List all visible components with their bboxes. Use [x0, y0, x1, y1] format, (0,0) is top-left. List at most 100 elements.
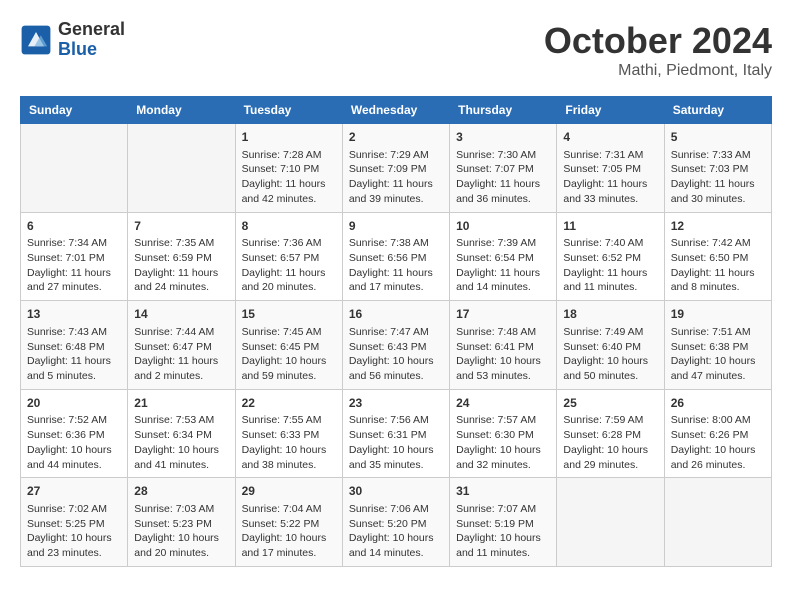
table-cell: 5Sunrise: 7:33 AMSunset: 7:03 PMDaylight… — [664, 124, 771, 213]
day-info: Sunrise: 7:29 AMSunset: 7:09 PMDaylight:… — [349, 148, 443, 207]
table-cell: 19Sunrise: 7:51 AMSunset: 6:38 PMDayligh… — [664, 301, 771, 390]
day-number: 3 — [456, 129, 550, 146]
table-cell — [128, 124, 235, 213]
day-info: Sunrise: 7:31 AMSunset: 7:05 PMDaylight:… — [563, 148, 657, 207]
table-cell: 13 Sunrise: 7:43 AMSunset: 6:48 PMDayligh… — [21, 301, 128, 390]
day-number: 12 — [671, 218, 765, 235]
day-number: 27 — [27, 483, 121, 500]
table-cell: 26Sunrise: 8:00 AMSunset: 6:26 PMDayligh… — [664, 389, 771, 478]
table-cell: 24Sunrise: 7:57 AMSunset: 6:30 PMDayligh… — [450, 389, 557, 478]
day-number: 18 — [563, 306, 657, 323]
day-info: Sunrise: 7:43 AMSunset: 6:48 PMDaylight:… — [27, 325, 121, 384]
day-number: 10 — [456, 218, 550, 235]
day-info: Sunrise: 7:03 AMSunset: 5:23 PMDaylight:… — [134, 502, 228, 561]
header-row: SundayMondayTuesdayWednesdayThursdayFrid… — [21, 97, 772, 124]
logo-line1: General — [58, 20, 125, 40]
day-info: Sunrise: 7:06 AMSunset: 5:20 PMDaylight:… — [349, 502, 443, 561]
table-cell — [21, 124, 128, 213]
day-number: 21 — [134, 395, 228, 412]
table-cell: 1Sunrise: 7:28 AMSunset: 7:10 PMDaylight… — [235, 124, 342, 213]
table-cell: 4 Sunrise: 7:31 AMSunset: 7:05 PMDaylight… — [557, 124, 664, 213]
day-number: 11 — [563, 218, 657, 235]
logo-text: General Blue — [58, 20, 125, 60]
table-cell: 18 Sunrise: 7:49 AMSunset: 6:40 PMDayligh… — [557, 301, 664, 390]
header-saturday: Saturday — [664, 97, 771, 124]
calendar-header: SundayMondayTuesdayWednesdayThursdayFrid… — [21, 97, 772, 124]
day-number: 22 — [242, 395, 336, 412]
day-info: Sunrise: 7:48 AMSunset: 6:41 PMDaylight:… — [456, 325, 550, 384]
day-info: Sunrise: 7:07 AMSunset: 5:19 PMDaylight:… — [456, 502, 550, 561]
day-number: 1 — [242, 129, 336, 146]
day-info: Sunrise: 7:35 AMSunset: 6:59 PMDaylight:… — [134, 236, 228, 295]
day-info: Sunrise: 7:04 AMSunset: 5:22 PMDaylight:… — [242, 502, 336, 561]
table-cell: 31 Sunrise: 7:07 AMSunset: 5:19 PMDayligh… — [450, 478, 557, 567]
day-number: 17 — [456, 306, 550, 323]
day-info: Sunrise: 7:49 AMSunset: 6:40 PMDaylight:… — [563, 325, 657, 384]
day-info: Sunrise: 7:30 AMSunset: 7:07 PMDaylight:… — [456, 148, 550, 207]
month-title: October 2024 — [544, 20, 772, 62]
page-header: General Blue October 2024 Mathi, Piedmon… — [20, 20, 772, 80]
header-thursday: Thursday — [450, 97, 557, 124]
day-number: 4 — [563, 129, 657, 146]
day-info: Sunrise: 7:53 AMSunset: 6:34 PMDaylight:… — [134, 413, 228, 472]
table-cell: 3 Sunrise: 7:30 AMSunset: 7:07 PMDaylight… — [450, 124, 557, 213]
day-number: 30 — [349, 483, 443, 500]
header-wednesday: Wednesday — [342, 97, 449, 124]
day-number: 29 — [242, 483, 336, 500]
day-info: Sunrise: 7:56 AMSunset: 6:31 PMDaylight:… — [349, 413, 443, 472]
day-number: 20 — [27, 395, 121, 412]
table-cell: 29 Sunrise: 7:04 AMSunset: 5:22 PMDayligh… — [235, 478, 342, 567]
day-info: Sunrise: 7:36 AMSunset: 6:57 PMDaylight:… — [242, 236, 336, 295]
week-row-5: 27 Sunrise: 7:02 AMSunset: 5:25 PMDayligh… — [21, 478, 772, 567]
table-cell: 21Sunrise: 7:53 AMSunset: 6:34 PMDayligh… — [128, 389, 235, 478]
table-cell: 8Sunrise: 7:36 AMSunset: 6:57 PMDaylight… — [235, 212, 342, 301]
day-info: Sunrise: 7:34 AMSunset: 7:01 PMDaylight:… — [27, 236, 121, 295]
table-cell: 12Sunrise: 7:42 AMSunset: 6:50 PMDayligh… — [664, 212, 771, 301]
header-tuesday: Tuesday — [235, 97, 342, 124]
day-info: Sunrise: 8:00 AMSunset: 6:26 PMDaylight:… — [671, 413, 765, 472]
day-info: Sunrise: 7:38 AMSunset: 6:56 PMDaylight:… — [349, 236, 443, 295]
table-cell: 17 Sunrise: 7:48 AMSunset: 6:41 PMDayligh… — [450, 301, 557, 390]
day-number: 14 — [134, 306, 228, 323]
day-number: 19 — [671, 306, 765, 323]
day-number: 28 — [134, 483, 228, 500]
table-cell — [557, 478, 664, 567]
day-info: Sunrise: 7:55 AMSunset: 6:33 PMDaylight:… — [242, 413, 336, 472]
table-cell: 23Sunrise: 7:56 AMSunset: 6:31 PMDayligh… — [342, 389, 449, 478]
day-number: 31 — [456, 483, 550, 500]
day-info: Sunrise: 7:59 AMSunset: 6:28 PMDaylight:… — [563, 413, 657, 472]
table-cell: 27 Sunrise: 7:02 AMSunset: 5:25 PMDayligh… — [21, 478, 128, 567]
day-number: 8 — [242, 218, 336, 235]
day-number: 26 — [671, 395, 765, 412]
day-number: 16 — [349, 306, 443, 323]
table-cell: 22Sunrise: 7:55 AMSunset: 6:33 PMDayligh… — [235, 389, 342, 478]
header-monday: Monday — [128, 97, 235, 124]
logo: General Blue — [20, 20, 125, 60]
day-info: Sunrise: 7:47 AMSunset: 6:43 PMDaylight:… — [349, 325, 443, 384]
table-cell: 14Sunrise: 7:44 AMSunset: 6:47 PMDayligh… — [128, 301, 235, 390]
day-info: Sunrise: 7:39 AMSunset: 6:54 PMDaylight:… — [456, 236, 550, 295]
table-cell: 15Sunrise: 7:45 AMSunset: 6:45 PMDayligh… — [235, 301, 342, 390]
logo-icon — [20, 24, 52, 56]
day-number: 13 — [27, 306, 121, 323]
table-cell: 16 Sunrise: 7:47 AMSunset: 6:43 PMDayligh… — [342, 301, 449, 390]
table-cell: 11Sunrise: 7:40 AMSunset: 6:52 PMDayligh… — [557, 212, 664, 301]
day-number: 25 — [563, 395, 657, 412]
day-number: 2 — [349, 129, 443, 146]
table-cell: 25Sunrise: 7:59 AMSunset: 6:28 PMDayligh… — [557, 389, 664, 478]
calendar-body: 1Sunrise: 7:28 AMSunset: 7:10 PMDaylight… — [21, 124, 772, 567]
day-info: Sunrise: 7:33 AMSunset: 7:03 PMDaylight:… — [671, 148, 765, 207]
day-info: Sunrise: 7:02 AMSunset: 5:25 PMDaylight:… — [27, 502, 121, 561]
day-number: 9 — [349, 218, 443, 235]
week-row-1: 1Sunrise: 7:28 AMSunset: 7:10 PMDaylight… — [21, 124, 772, 213]
table-cell: 30 Sunrise: 7:06 AMSunset: 5:20 PMDayligh… — [342, 478, 449, 567]
header-sunday: Sunday — [21, 97, 128, 124]
day-info: Sunrise: 7:45 AMSunset: 6:45 PMDaylight:… — [242, 325, 336, 384]
location-subtitle: Mathi, Piedmont, Italy — [544, 62, 772, 80]
table-cell — [664, 478, 771, 567]
table-cell: 7Sunrise: 7:35 AMSunset: 6:59 PMDaylight… — [128, 212, 235, 301]
header-friday: Friday — [557, 97, 664, 124]
day-number: 7 — [134, 218, 228, 235]
day-number: 23 — [349, 395, 443, 412]
table-cell: 9Sunrise: 7:38 AMSunset: 6:56 PMDaylight… — [342, 212, 449, 301]
